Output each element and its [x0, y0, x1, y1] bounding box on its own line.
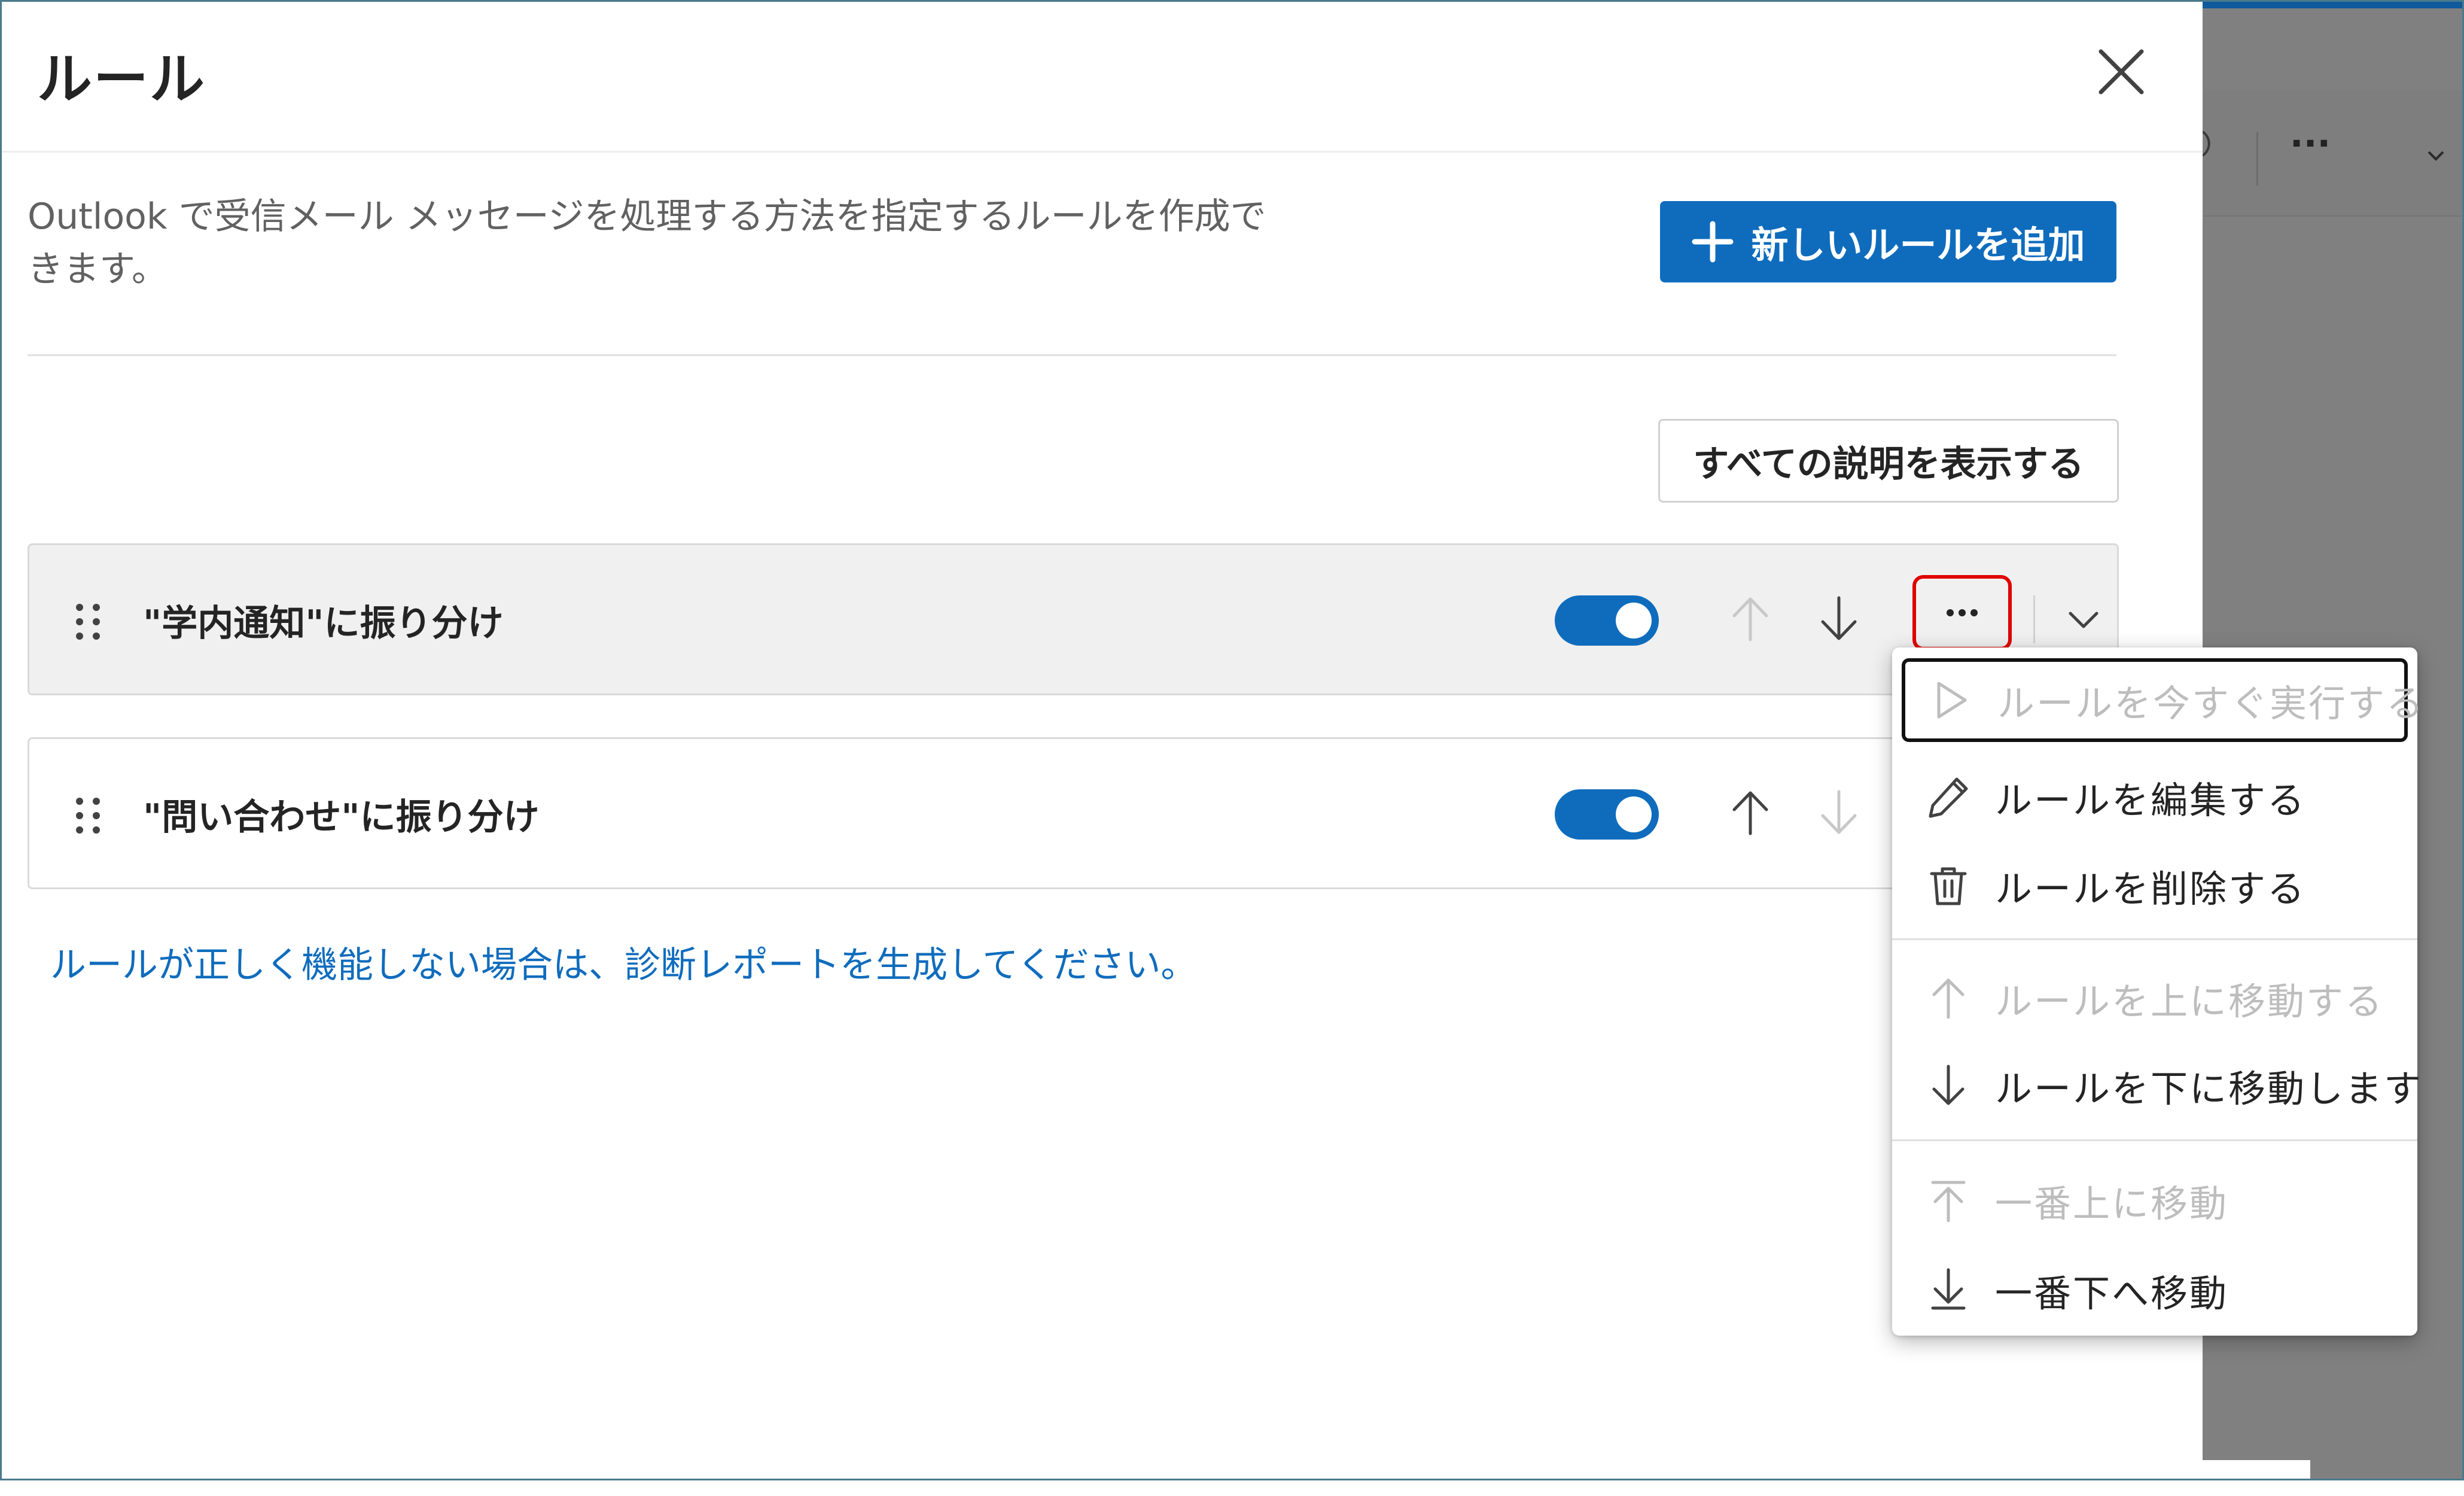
- rule-row[interactable]: "学内通知"に振り分け: [28, 543, 2119, 695]
- rule-name: "学内通知"に振り分け: [143, 603, 504, 644]
- menu-item-edit[interactable]: ルールを編集する: [1892, 755, 2417, 839]
- arrow-to-bottom-icon: [1931, 1268, 1966, 1310]
- rules-dialog: ルール Outlook で受信メール メッセージを処理する方法を指定するルールを…: [0, 0, 2203, 1480]
- header-divider: [0, 151, 2203, 153]
- arrow-down-icon: [1932, 1065, 1965, 1105]
- pencil-icon: [1929, 777, 1968, 818]
- drag-handle-icon[interactable]: [71, 796, 105, 835]
- menu-item-label: ルールを上に移動する: [1995, 980, 2384, 1023]
- menu-divider: [1892, 1139, 2417, 1141]
- chevron-down-icon[interactable]: [2062, 598, 2105, 641]
- play-icon: [1937, 682, 1967, 719]
- add-rule-label: 新しいルールを追加: [1751, 223, 2085, 267]
- background-toolbar: ···: [2203, 90, 2464, 217]
- chevron-down-icon[interactable]: [2424, 144, 2448, 168]
- menu-item-run-now[interactable]: ルールを今すぐ実行する: [1902, 658, 2423, 742]
- menu-item-move-to-bottom[interactable]: 一番下へ移動: [1892, 1248, 2417, 1332]
- background-separator: [2256, 132, 2258, 186]
- rule-context-menu: ルールを今すぐ実行する ルールを編集する ルールを削除する ルールを上に移動する…: [1892, 647, 2423, 1336]
- plus-icon: [1692, 221, 1734, 263]
- drag-handle-icon[interactable]: [71, 603, 105, 641]
- menu-item-label: ルールを今すぐ実行する: [1997, 682, 2426, 725]
- menu-item-delete[interactable]: ルールを削除する: [1892, 844, 2417, 928]
- move-up-arrow-icon[interactable]: [1723, 592, 1777, 646]
- move-down-arrow-icon[interactable]: [1812, 592, 1866, 646]
- rule-enabled-toggle[interactable]: [1555, 789, 1659, 840]
- menu-item-label: 一番下へ移動: [1995, 1272, 2229, 1315]
- diagnostic-report-link[interactable]: ルールが正しく機能しない場合は、診断レポートを生成してください。: [50, 936, 1196, 988]
- arrow-to-top-icon: [1931, 1181, 1966, 1223]
- move-down-arrow-icon[interactable]: [1812, 786, 1866, 840]
- add-rule-button[interactable]: 新しいルールを追加: [1660, 201, 2116, 282]
- rule-row[interactable]: "問い合わせ"に振り分け: [28, 737, 2119, 889]
- close-icon: [2098, 49, 2144, 95]
- menu-item-move-up[interactable]: ルールを上に移動する: [1892, 956, 2417, 1040]
- arrow-up-icon: [1932, 978, 1965, 1019]
- dialog-description: Outlook で受信メール メッセージを処理する方法を指定するルールを作成でき…: [28, 196, 1266, 290]
- toggle-knob: [1616, 603, 1652, 638]
- more-options-button[interactable]: [1912, 575, 2012, 650]
- toggle-knob: [1616, 796, 1652, 832]
- dialog-title: ルール: [37, 47, 206, 111]
- trash-icon: [1930, 867, 1967, 905]
- menu-item-label: ルールを下に移動します: [1995, 1067, 2423, 1111]
- rule-enabled-toggle[interactable]: [1555, 595, 1659, 646]
- menu-divider: [1892, 938, 2417, 940]
- show-all-descriptions-button[interactable]: すべての説明を表示する: [1658, 419, 2119, 503]
- menu-item-move-down[interactable]: ルールを下に移動します: [1892, 1044, 2421, 1127]
- background-topbar: [2203, 0, 2464, 8]
- close-button[interactable]: [2093, 43, 2150, 101]
- menu-item-move-to-top[interactable]: 一番上に移動: [1892, 1159, 2417, 1242]
- background-more-button[interactable]: ···: [2286, 126, 2334, 174]
- partial-circle-icon: [2203, 130, 2210, 157]
- row-separator: [2033, 595, 2035, 643]
- move-up-arrow-icon[interactable]: [1723, 786, 1777, 840]
- more-dots-icon: [1947, 609, 1978, 616]
- background-card: [2059, 1460, 2310, 1496]
- rule-name: "問い合わせ"に振り分け: [143, 796, 540, 838]
- menu-item-label: 一番上に移動: [1995, 1182, 2229, 1226]
- menu-item-label: ルールを編集する: [1995, 779, 2307, 822]
- section-divider: [28, 354, 2116, 356]
- menu-item-label: ルールを削除する: [1995, 867, 2307, 911]
